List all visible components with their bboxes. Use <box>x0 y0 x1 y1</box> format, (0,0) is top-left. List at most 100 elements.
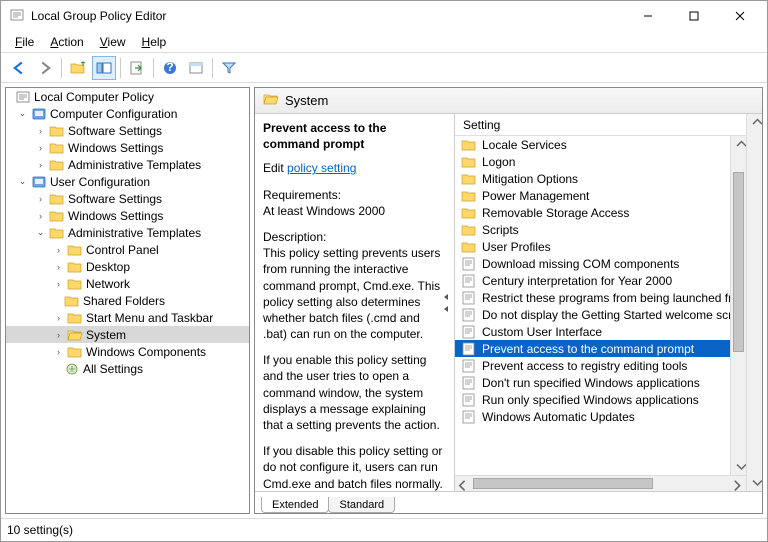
list-item[interactable]: Scripts <box>455 221 730 238</box>
list-item[interactable]: Locale Services <box>455 136 730 153</box>
folder-icon <box>67 243 83 257</box>
folder-icon <box>49 141 65 155</box>
folder-open-icon <box>67 328 83 342</box>
forward-button[interactable] <box>33 56 57 80</box>
list-item[interactable]: Prevent access to registry editing tools <box>455 357 730 374</box>
scroll-right-icon[interactable] <box>730 476 746 491</box>
filter-button[interactable] <box>217 56 241 80</box>
tree-shared[interactable]: Shared Folders <box>6 292 249 309</box>
list-item-label: Logon <box>482 155 515 169</box>
list-header[interactable]: Setting <box>455 114 746 136</box>
window-controls <box>625 1 763 31</box>
tree-root[interactable]: Local Computer Policy <box>6 88 249 105</box>
tree-network[interactable]: › Network <box>6 275 249 292</box>
back-button[interactable] <box>7 56 31 80</box>
folder-icon <box>49 158 65 172</box>
expand-icon[interactable]: › <box>35 210 46 221</box>
tree-wincomp[interactable]: › Windows Components <box>6 343 249 360</box>
separator <box>212 58 213 78</box>
expand-icon[interactable]: › <box>53 346 64 357</box>
horizontal-scrollbar[interactable] <box>455 475 746 491</box>
expand-icon[interactable]: › <box>35 193 46 204</box>
expand-icon[interactable]: › <box>35 125 46 136</box>
list-item-label: Prevent access to the command prompt <box>482 342 694 356</box>
list-item[interactable]: Prevent access to the command prompt <box>455 340 730 357</box>
policy-icon <box>461 325 477 339</box>
menu-action[interactable]: Action <box>42 33 91 51</box>
maximize-button[interactable] <box>671 1 717 31</box>
close-button[interactable] <box>717 1 763 31</box>
list-item[interactable]: User Profiles <box>455 238 730 255</box>
content-body: Prevent access to the command prompt Edi… <box>255 114 746 491</box>
list-item[interactable]: Removable Storage Access <box>455 204 730 221</box>
menu-help[interactable]: Help <box>134 33 175 51</box>
list-item-label: Power Management <box>482 189 589 203</box>
list-item[interactable]: Century interpretation for Year 2000 <box>455 272 730 289</box>
list-item[interactable]: Restrict these programs from being launc… <box>455 289 730 306</box>
expand-icon[interactable]: › <box>53 312 64 323</box>
properties-button[interactable] <box>184 56 208 80</box>
tab-standard[interactable]: Standard <box>328 497 395 513</box>
tab-extended[interactable]: Extended <box>261 497 329 513</box>
separator <box>153 58 154 78</box>
show-hide-tree-button[interactable] <box>92 56 116 80</box>
list-item-label: Run only specified Windows applications <box>482 393 699 407</box>
tree-cp[interactable]: › Control Panel <box>6 241 249 258</box>
expand-icon[interactable]: › <box>35 159 46 170</box>
scroll-down-icon[interactable] <box>731 459 746 475</box>
expand-icon[interactable]: › <box>53 261 64 272</box>
tree-all[interactable]: All Settings <box>6 360 249 377</box>
tree-uc-admin[interactable]: ⌄ Administrative Templates <box>6 224 249 241</box>
desc-label: Description: <box>263 230 326 244</box>
expand-icon[interactable]: › <box>35 142 46 153</box>
tree-system[interactable]: › System <box>6 326 249 343</box>
export-button[interactable] <box>125 56 149 80</box>
collapse-icon[interactable]: ⌄ <box>35 227 46 238</box>
list-item[interactable]: Custom User Interface <box>455 323 730 340</box>
tree-desktop[interactable]: › Desktop <box>6 258 249 275</box>
help-button[interactable]: ? <box>158 56 182 80</box>
tree-uc-software[interactable]: › Software Settings <box>6 190 249 207</box>
scroll-up-icon[interactable] <box>731 136 746 152</box>
tree-computer-config[interactable]: ⌄ Computer Configuration <box>6 105 249 122</box>
list-body[interactable]: Locale Services LogonMitigation Options Po… <box>455 136 746 475</box>
expand-icon[interactable]: › <box>53 278 64 289</box>
tree-pane[interactable]: Local Computer Policy ⌄ Computer Configu… <box>5 87 250 514</box>
list-item[interactable]: Do not display the Getting Started welco… <box>455 306 730 323</box>
collapse-icon[interactable]: ⌄ <box>17 108 28 119</box>
edit-policy-link[interactable]: policy setting <box>287 161 356 175</box>
tree-cc-windows[interactable]: › Windows Settings <box>6 139 249 156</box>
scroll-up-icon[interactable] <box>747 114 762 130</box>
vertical-scrollbar[interactable] <box>730 136 746 475</box>
tree-user-config[interactable]: ⌄ User Configuration <box>6 173 249 190</box>
list-item[interactable]: Run only specified Windows applications <box>455 391 730 408</box>
expand-icon[interactable]: › <box>53 329 64 340</box>
tree-cc-admin[interactable]: › Administrative Templates <box>6 156 249 173</box>
list-item[interactable]: Power Management <box>455 187 730 204</box>
svg-text:?: ? <box>166 61 173 74</box>
expand-icon[interactable]: › <box>53 244 64 255</box>
tree-cc-software[interactable]: › Software Settings <box>6 122 249 139</box>
list-item[interactable]: Mitigation Options <box>455 170 730 187</box>
list-item[interactable]: Windows Automatic Updates <box>455 408 730 425</box>
up-button[interactable] <box>66 56 90 80</box>
list-item[interactable]: Download missing COM components <box>455 255 730 272</box>
statusbar: 10 setting(s) <box>1 519 767 541</box>
scroll-left-icon[interactable] <box>455 476 471 491</box>
scroll-down-icon[interactable] <box>747 475 762 491</box>
folder-icon <box>67 345 83 359</box>
tree-uc-windows[interactable]: › Windows Settings <box>6 207 249 224</box>
list-item[interactable]: Logon <box>455 153 730 170</box>
menu-file[interactable]: File <box>7 33 42 51</box>
list-item[interactable]: Don't run specified Windows applications <box>455 374 730 391</box>
tree-start[interactable]: › Start Menu and Taskbar <box>6 309 249 326</box>
separator <box>120 58 121 78</box>
folder-icon <box>67 260 83 274</box>
pane-scrollbar[interactable] <box>746 114 762 491</box>
minimize-button[interactable] <box>625 1 671 31</box>
collapse-icon[interactable]: ⌄ <box>17 176 28 187</box>
status-text: 10 setting(s) <box>7 523 73 537</box>
list-pane: Setting Locale Services LogonMitigation O… <box>455 114 746 491</box>
menu-view[interactable]: View <box>92 33 134 51</box>
folder-icon <box>49 124 65 138</box>
